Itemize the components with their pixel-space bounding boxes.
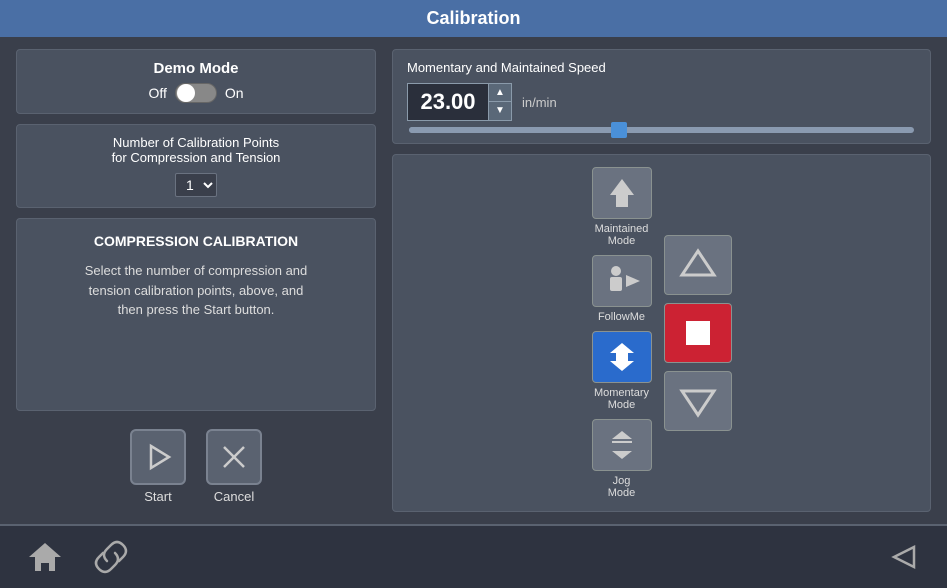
right-panel: Momentary and Maintained Speed 23.00 ▲ ▼… (392, 49, 931, 512)
demo-mode-row: Off On (33, 83, 359, 103)
speed-up-button[interactable]: ▲ (489, 84, 511, 102)
maintained-mode-icon (592, 167, 652, 219)
followme-button[interactable]: FollowMe (592, 255, 652, 323)
page-title: Calibration (0, 0, 947, 37)
demo-mode-title: Demo Mode (33, 60, 359, 77)
jog-mode-label: JogMode (608, 475, 636, 499)
speed-controls: 23.00 ▲ ▼ in/min (407, 83, 916, 121)
compression-title: COMPRESSION CALIBRATION (33, 233, 359, 249)
link-button[interactable] (86, 532, 136, 582)
up-button[interactable] (664, 235, 732, 295)
stop-button[interactable] (664, 303, 732, 363)
demo-mode-box: Demo Mode Off On (16, 49, 376, 114)
title-text: Calibration (426, 8, 520, 28)
start-label: Start (144, 489, 171, 504)
speed-arrows: ▲ ▼ (488, 84, 511, 120)
cancel-button[interactable]: Cancel (206, 429, 262, 504)
momentary-mode-icon (592, 331, 652, 383)
calibration-points-select[interactable]: 1 2 3 (175, 173, 217, 197)
off-label: Off (148, 85, 166, 101)
speed-slider-container (407, 127, 916, 133)
followme-icon (592, 255, 652, 307)
momentary-mode-label: MomentaryMode (594, 387, 649, 411)
calibration-points-label: Number of Calibration Pointsfor Compress… (33, 135, 359, 165)
followme-label: FollowMe (598, 311, 645, 323)
speed-slider-track (409, 127, 914, 133)
down-button[interactable] (664, 371, 732, 431)
back-button[interactable] (877, 532, 927, 582)
jog-mode-icon (592, 419, 652, 471)
compression-calibration-box: COMPRESSION CALIBRATION Select the numbe… (16, 218, 376, 411)
demo-mode-toggle[interactable] (175, 83, 217, 103)
mode-controls-box: MaintainedMode FollowMe (392, 154, 931, 512)
jog-mode-button[interactable]: JogMode (592, 419, 652, 499)
toggle-knob (177, 84, 195, 102)
action-buttons: Start Cancel (16, 421, 376, 512)
maintained-mode-label: MaintainedMode (595, 223, 649, 247)
speed-slider-thumb[interactable] (611, 122, 627, 138)
start-button[interactable]: Start (130, 429, 186, 504)
maintained-mode-button[interactable]: MaintainedMode (592, 167, 652, 247)
speed-box: Momentary and Maintained Speed 23.00 ▲ ▼… (392, 49, 931, 144)
left-panel: Demo Mode Off On Number of Calibration P… (16, 49, 376, 512)
speed-unit: in/min (522, 95, 557, 110)
start-icon (130, 429, 186, 485)
compression-description: Select the number of compression andtens… (33, 261, 359, 320)
speed-down-button[interactable]: ▼ (489, 102, 511, 120)
bottom-nav (0, 524, 947, 588)
speed-title: Momentary and Maintained Speed (407, 60, 916, 75)
speed-value-box: 23.00 ▲ ▼ (407, 83, 512, 121)
main-content: Demo Mode Off On Number of Calibration P… (0, 37, 947, 524)
direction-col (664, 235, 732, 431)
speed-slider-fill (409, 127, 621, 133)
mode-buttons-col: MaintainedMode FollowMe (592, 167, 652, 499)
home-button[interactable] (20, 532, 70, 582)
on-label: On (225, 85, 244, 101)
momentary-mode-button[interactable]: MomentaryMode (592, 331, 652, 411)
cancel-icon (206, 429, 262, 485)
cancel-label: Cancel (214, 489, 254, 504)
speed-value: 23.00 (408, 85, 488, 119)
calibration-points-box: Number of Calibration Pointsfor Compress… (16, 124, 376, 208)
